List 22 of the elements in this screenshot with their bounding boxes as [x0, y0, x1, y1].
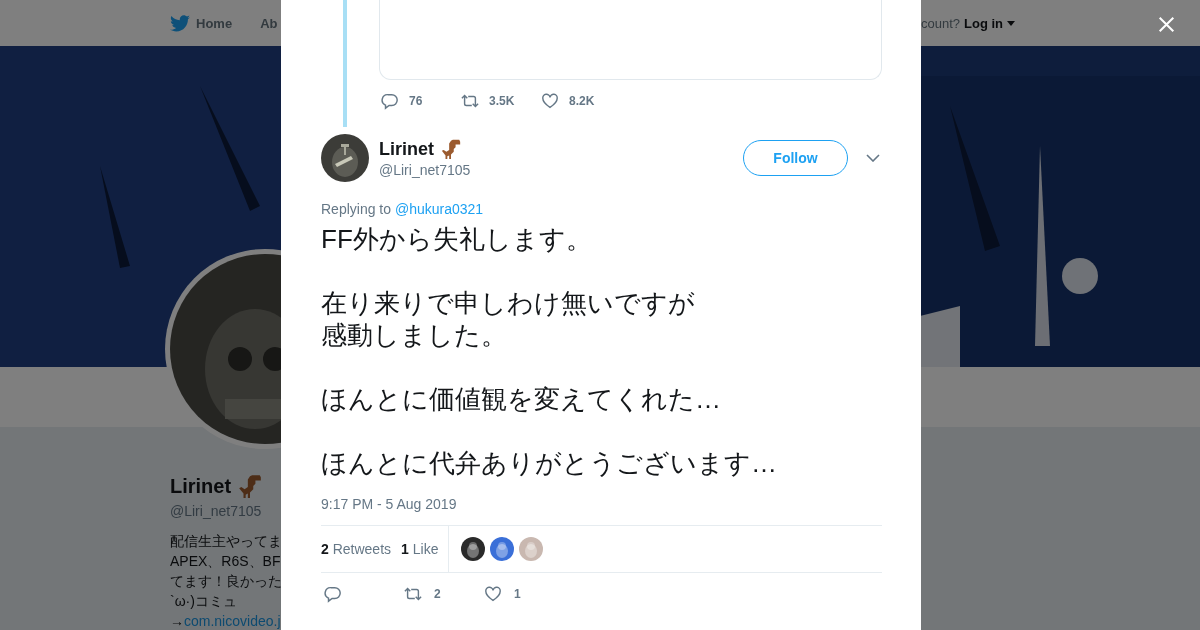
nav-link[interactable]: Ab [260, 14, 278, 32]
caret-icon [1007, 20, 1015, 26]
profile-name: Lirinet [170, 474, 232, 498]
dinosaur-icon [237, 473, 264, 499]
heart-icon[interactable] [484, 585, 502, 603]
profile-bio: 配信生主やってま APEX、R6S、BF てます！良かった `ω·)コミュ →com.nicovideo.j [170, 532, 282, 630]
tweet-text-line: ほんとに価値観を変えてくれた… [321, 383, 721, 415]
stat-link[interactable]: 2 Retweets [321, 541, 392, 557]
login-prompt: count? [920, 15, 960, 31]
login-link[interactable]: Log in [964, 15, 1003, 31]
bird-icon [170, 14, 190, 32]
reply-icon[interactable] [324, 585, 342, 603]
retweet-icon[interactable] [404, 585, 422, 603]
timestamp: 9:17 PM - 5 Aug 2019 [321, 496, 458, 512]
profile-handle: @Liri_net7105 [170, 503, 263, 519]
tweet-text-line: ほんとに代弁ありがとうございます… [321, 447, 777, 479]
action-count: 1 [514, 587, 521, 601]
bio-link[interactable]: com.nicovideo.j [184, 613, 281, 629]
close-icon[interactable] [1158, 16, 1175, 33]
nav-link[interactable]: Home [170, 14, 233, 32]
stat-link[interactable]: 1 Like [401, 541, 439, 557]
action-count: 2 [434, 587, 441, 601]
